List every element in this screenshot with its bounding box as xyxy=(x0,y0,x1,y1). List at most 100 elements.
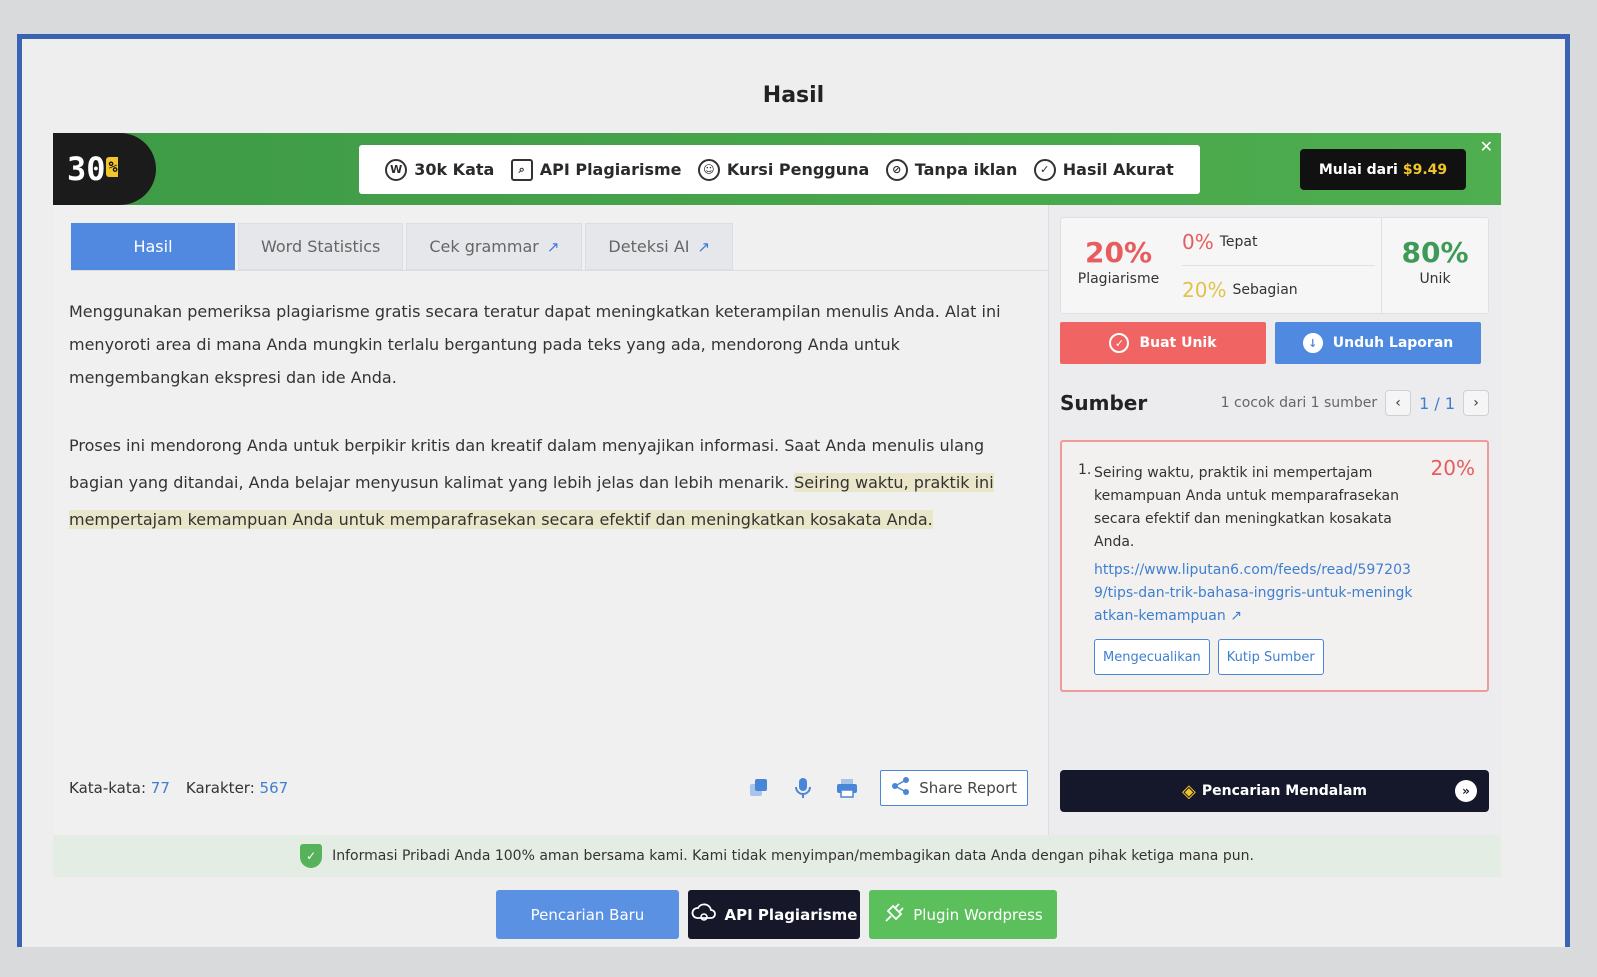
microphone-icon[interactable] xyxy=(792,777,814,799)
download-report-button[interactable]: ↓ Unduh Laporan xyxy=(1275,322,1481,364)
next-source-button[interactable]: › xyxy=(1463,390,1489,416)
feature-label: 30k Kata xyxy=(414,160,495,179)
share-label: Share Report xyxy=(919,779,1017,797)
tabs-divider xyxy=(71,270,1048,271)
pricing-cta-button[interactable]: Mulai dari $9.49 xyxy=(1300,149,1466,190)
word-count-label: Kata-kata: xyxy=(69,779,146,797)
source-url-link[interactable]: https://www.liputan6.com/feeds/read/5972… xyxy=(1094,559,1419,628)
exclude-source-button[interactable]: Mengecualikan xyxy=(1094,639,1210,675)
external-link-icon: ↗ xyxy=(546,237,560,256)
new-search-label: Pencarian Baru xyxy=(530,905,645,924)
cta-prefix: Mulai dari xyxy=(1318,161,1398,178)
tab-word-statistics[interactable]: Word Statistics xyxy=(238,223,404,270)
partial-match-row: 20% Sebagian xyxy=(1182,265,1375,313)
page-title: Hasil xyxy=(762,83,825,108)
exact-percent: 0% xyxy=(1182,229,1214,254)
source-percent: 20% xyxy=(1430,456,1475,480)
check-circle-icon: ✓ xyxy=(1033,158,1056,181)
promo-banner: 30% OFF W 30k Kata ⌕ API Plagiarisme ☺ K… xyxy=(53,133,1501,251)
text-footer: Kata-kata: 77 Karakter: 567 Share Report xyxy=(69,770,1028,806)
word-count-value: 77 xyxy=(150,779,170,797)
close-icon[interactable]: ✕ xyxy=(1480,137,1493,156)
discount-badge: 30% OFF xyxy=(53,133,156,251)
share-report-button[interactable]: Share Report xyxy=(880,770,1028,806)
char-count: Karakter: 567 xyxy=(186,779,288,797)
deep-search-label: Pencarian Mendalam xyxy=(1201,783,1367,799)
cloud-gear-icon xyxy=(691,902,717,928)
double-chevron-right-icon: » xyxy=(1455,780,1477,802)
tab-label: Word Statistics xyxy=(261,237,381,256)
char-count-value: 567 xyxy=(259,779,289,797)
bottom-actions: Pencarian Baru API Plagiarisme Plugin Wo… xyxy=(496,890,1057,939)
sources-header: Sumber 1 cocok dari 1 sumber ‹ 1 / 1 › xyxy=(1060,388,1489,418)
text-tools xyxy=(748,777,858,799)
exact-label: Tepat xyxy=(1219,233,1258,250)
partial-label: Sebagian xyxy=(1232,281,1298,298)
share-icon xyxy=(891,776,911,800)
privacy-notice: ✓ Informasi Pribadi Anda 100% aman bersa… xyxy=(53,835,1501,877)
external-link-icon: ↗ xyxy=(697,237,711,256)
source-matched-text: Seiring waktu, praktik ini mempertajam k… xyxy=(1094,465,1399,550)
copy-icon[interactable] xyxy=(748,777,770,799)
promo-features: W 30k Kata ⌕ API Plagiarisme ☺ Kursi Pen… xyxy=(359,145,1200,194)
feature-accurate: ✓ Hasil Akurat xyxy=(1033,158,1174,181)
char-count-label: Karakter: xyxy=(185,779,255,797)
unique-score: 80% Unik xyxy=(1381,218,1488,313)
plug-icon xyxy=(883,902,905,928)
checked-text: Menggunakan pemeriksa plagiarisme gratis… xyxy=(69,295,1019,538)
match-breakdown: 0% Tepat 20% Sebagian xyxy=(1176,218,1381,313)
privacy-text: Informasi Pribadi Anda 100% aman bersama… xyxy=(332,848,1254,864)
results-panel: Hasil Word Statistics Cek grammar ↗ Dete… xyxy=(53,205,1048,835)
tab-ai-detection[interactable]: Deteksi AI ↗ xyxy=(585,223,734,270)
plugin-label: Plugin Wordpress xyxy=(913,905,1043,924)
feature-label: API Plagiarisme xyxy=(539,160,682,179)
cta-price: $9.49 xyxy=(1402,161,1448,178)
no-ads-icon: ⊘ xyxy=(885,158,908,181)
unique-label: Unik xyxy=(1419,271,1451,287)
source-number: 1. xyxy=(1078,462,1092,478)
plagiarism-score: 20% Plagiarisme xyxy=(1061,218,1176,313)
feature-label: Kursi Pengguna xyxy=(726,160,870,179)
plagiarism-label: Plagiarisme xyxy=(1077,271,1160,287)
tab-label: Hasil xyxy=(133,237,173,256)
api-plagiarism-button[interactable]: API Plagiarisme xyxy=(688,890,860,939)
text-paragraph: Proses ini mendorong Anda untuk berpikir… xyxy=(69,427,1019,538)
prev-source-button[interactable]: ‹ xyxy=(1385,390,1412,416)
tab-label: Cek grammar xyxy=(429,237,539,256)
shield-check-icon: ✓ xyxy=(300,844,323,868)
feature-label: Hasil Akurat xyxy=(1062,160,1174,179)
report-actions: ✓ Buat Unik ↓ Unduh Laporan xyxy=(1060,322,1481,364)
word-count: Kata-kata: 77 xyxy=(69,779,170,797)
feature-seats: ☺ Kursi Pengguna xyxy=(697,158,870,181)
diamond-icon: ◈ xyxy=(1182,780,1196,802)
source-page-indicator: 1 / 1 xyxy=(1419,393,1455,413)
cite-source-button[interactable]: Kutip Sumber xyxy=(1217,639,1324,675)
partial-percent: 20% xyxy=(1182,277,1227,302)
api-label: API Plagiarisme xyxy=(724,905,858,924)
download-label: Unduh Laporan xyxy=(1332,335,1454,351)
sources-count: 1 cocok dari 1 sumber xyxy=(1220,395,1378,411)
document-search-icon: ⌕ xyxy=(510,158,533,181)
sources-title: Sumber xyxy=(1060,391,1148,415)
make-unique-button[interactable]: ✓ Buat Unik xyxy=(1060,322,1266,364)
user-circle-icon: ☺ xyxy=(697,158,720,181)
source-url: https://www.liputan6.com/feeds/read/5972… xyxy=(1094,562,1413,624)
make-unique-label: Buat Unik xyxy=(1139,335,1217,351)
external-link-icon: ↗ xyxy=(1230,608,1242,624)
tab-label: Deteksi AI xyxy=(608,237,690,256)
report-sidebar: 20% Plagiarisme 0% Tepat 20% Sebagian 80… xyxy=(1048,205,1501,835)
feature-label: Tanpa iklan xyxy=(914,160,1018,179)
deep-search-button[interactable]: ◈ Pencarian Mendalam » xyxy=(1060,770,1489,812)
tab-hasil[interactable]: Hasil xyxy=(71,223,235,270)
wordpress-plugin-button[interactable]: Plugin Wordpress xyxy=(869,890,1057,939)
download-icon: ↓ xyxy=(1302,333,1323,353)
new-search-button[interactable]: Pencarian Baru xyxy=(496,890,679,939)
print-icon[interactable] xyxy=(836,777,858,799)
tab-grammar-check[interactable]: Cek grammar ↗ xyxy=(406,223,583,270)
discount-number: 30 xyxy=(67,150,106,188)
text-paragraph: Menggunakan pemeriksa plagiarisme gratis… xyxy=(69,302,1001,387)
feature-api: ⌕ API Plagiarisme xyxy=(510,158,682,181)
word-w-icon: W xyxy=(385,158,408,181)
source-card[interactable]: 1. Seiring waktu, praktik ini mempertaja… xyxy=(1060,440,1489,692)
source-actions: Mengecualikan Kutip Sumber xyxy=(1094,639,1324,675)
